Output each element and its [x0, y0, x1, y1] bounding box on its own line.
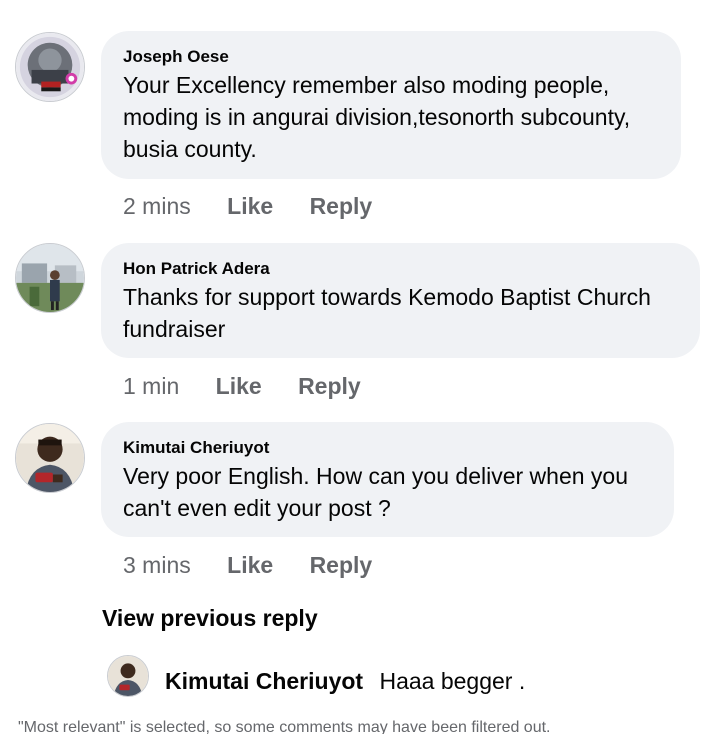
- reply-button[interactable]: Reply: [310, 192, 373, 220]
- profile-picture-icon: [108, 656, 148, 696]
- comment-bubble: Kimutai Cheriuyot Very poor English. How…: [101, 422, 674, 537]
- reply-avatar[interactable]: [107, 655, 149, 697]
- avatar-kimutai-cheriuyot[interactable]: [15, 423, 85, 493]
- like-button[interactable]: Like: [227, 551, 273, 579]
- reply-author[interactable]: Kimutai Cheriuyot: [165, 668, 363, 694]
- comment-author[interactable]: Kimutai Cheriuyot: [123, 437, 652, 459]
- profile-picture-icon: [16, 424, 84, 492]
- view-previous-reply-link[interactable]: View previous reply: [102, 603, 318, 633]
- comment-actions: 1 min Like Reply: [123, 372, 361, 400]
- comment-actions: 3 mins Like Reply: [123, 551, 372, 579]
- reply-text: Haaa begger .: [379, 668, 526, 694]
- like-button[interactable]: Like: [216, 372, 262, 400]
- avatar-joseph-oese[interactable]: [15, 32, 85, 102]
- comment-time[interactable]: 2 mins: [123, 192, 191, 220]
- comment-author[interactable]: Joseph Oese: [123, 46, 659, 68]
- comments-page: Joseph Oese Your Excellency remember als…: [0, 0, 720, 734]
- comment-text: Thanks for support towards Kemodo Baptis…: [123, 284, 651, 342]
- comment-text: Your Excellency remember also moding peo…: [123, 72, 631, 162]
- like-button[interactable]: Like: [227, 192, 273, 220]
- comment-author[interactable]: Hon Patrick Adera: [123, 258, 678, 280]
- reply-button[interactable]: Reply: [298, 372, 361, 400]
- reply-preview[interactable]: Kimutai Cheriuyot Haaa begger .: [165, 666, 525, 696]
- comment-bubble: Hon Patrick Adera Thanks for support tow…: [101, 243, 700, 358]
- profile-picture-icon: [16, 33, 84, 101]
- avatar-hon-patrick-adera[interactable]: [15, 243, 85, 313]
- filter-notice: "Most relevant" is selected, so some com…: [18, 719, 551, 734]
- comment-time[interactable]: 3 mins: [123, 551, 191, 579]
- reply-button[interactable]: Reply: [310, 551, 373, 579]
- comment-bubble: Joseph Oese Your Excellency remember als…: [101, 31, 681, 179]
- profile-picture-icon: [16, 244, 84, 312]
- comment-time[interactable]: 1 min: [123, 372, 179, 400]
- comment-actions: 2 mins Like Reply: [123, 192, 372, 220]
- comment-text: Very poor English. How can you deliver w…: [123, 463, 629, 521]
